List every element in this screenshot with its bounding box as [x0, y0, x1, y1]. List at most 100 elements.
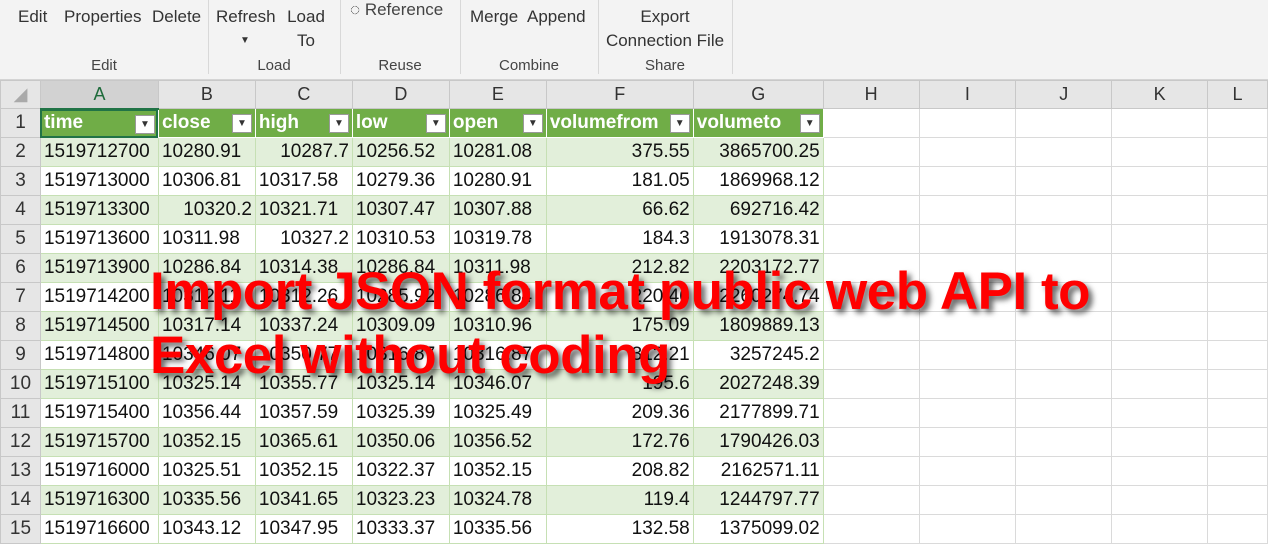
cell[interactable]: 10324.78	[448, 485, 547, 515]
cell[interactable]: 1519714800	[39, 340, 159, 370]
filter-dropdown-icon[interactable]: ▼	[231, 114, 252, 133]
column-header-e[interactable]: E	[448, 80, 547, 109]
filter-dropdown-icon[interactable]: ▼	[669, 114, 690, 133]
cell[interactable]: 375.55	[545, 137, 694, 167]
cell[interactable]	[1111, 427, 1208, 457]
cell[interactable]: 1519713900	[39, 253, 159, 283]
filter-dropdown-icon[interactable]: ▼	[425, 114, 446, 133]
cell[interactable]: 2162571.11	[692, 456, 824, 486]
cell[interactable]: 10319.78	[448, 224, 547, 254]
cell[interactable]: 10280.91	[448, 166, 547, 196]
cell[interactable]: 10357.59	[254, 398, 353, 428]
cell[interactable]	[1206, 166, 1268, 196]
cell[interactable]: 10307.47	[351, 195, 450, 225]
cell[interactable]: 10325.49	[448, 398, 547, 428]
row-header[interactable]: 3	[0, 166, 41, 196]
cell[interactable]	[822, 224, 920, 254]
cell[interactable]: 132.58	[545, 514, 694, 544]
cell[interactable]: 10322.37	[351, 456, 450, 486]
cell[interactable]	[1111, 166, 1208, 196]
cell[interactable]	[1206, 514, 1268, 544]
export-connection-file-button[interactable]: Export Connection File	[602, 5, 728, 53]
cell[interactable]: 1375099.02	[692, 514, 824, 544]
cell[interactable]	[1111, 340, 1208, 370]
cell[interactable]	[1015, 514, 1113, 544]
table-header-cell[interactable]: open ▼	[448, 108, 547, 138]
row-header[interactable]: 15	[0, 514, 41, 544]
cell[interactable]: 1519714200	[39, 282, 159, 312]
cell[interactable]: 10310.53	[351, 224, 450, 254]
cell[interactable]	[1206, 340, 1268, 370]
row-header[interactable]: 5	[0, 224, 41, 254]
cell[interactable]: 10280.91	[157, 137, 256, 167]
column-header-c[interactable]: C	[254, 80, 353, 109]
cell[interactable]: 1519714500	[39, 311, 159, 341]
cell[interactable]: 209.36	[545, 398, 694, 428]
cell[interactable]	[918, 456, 1017, 486]
cell[interactable]: 10323.23	[351, 485, 450, 515]
filter-dropdown-icon[interactable]: ▼	[799, 114, 820, 133]
column-header-h[interactable]: H	[822, 80, 920, 109]
row-header[interactable]: 7	[0, 282, 41, 312]
table-header-cell[interactable]: close ▼	[157, 108, 256, 138]
select-all-corner[interactable]: ◢	[0, 80, 41, 109]
cell[interactable]	[1111, 195, 1208, 225]
cell[interactable]: 10325.39	[351, 398, 450, 428]
cell[interactable]	[1206, 224, 1268, 254]
cell[interactable]	[1015, 108, 1113, 138]
column-header-i[interactable]: I	[918, 80, 1017, 109]
cell[interactable]: 10279.36	[351, 166, 450, 196]
cell[interactable]	[822, 514, 920, 544]
cell[interactable]: 10356.44	[157, 398, 256, 428]
cell[interactable]	[1206, 369, 1268, 399]
cell[interactable]	[918, 195, 1017, 225]
edit-button[interactable]: Edit	[18, 5, 47, 29]
cell[interactable]: 10352.15	[448, 456, 547, 486]
row-header[interactable]: 8	[0, 311, 41, 341]
cell[interactable]: 10352.15	[254, 456, 353, 486]
cell[interactable]: 10350.06	[351, 427, 450, 457]
cell[interactable]	[918, 137, 1017, 167]
cell[interactable]: 1790426.03	[692, 427, 824, 457]
cell[interactable]	[918, 427, 1017, 457]
cell[interactable]	[822, 195, 920, 225]
cell[interactable]: 1519715100	[39, 369, 159, 399]
cell[interactable]: 692716.42	[692, 195, 824, 225]
cell[interactable]	[918, 514, 1017, 544]
refresh-button[interactable]: Refresh	[216, 5, 276, 29]
cell[interactable]	[1015, 485, 1113, 515]
cell[interactable]: 184.3	[545, 224, 694, 254]
cell[interactable]: 10287.7	[254, 137, 353, 167]
cell[interactable]	[1206, 427, 1268, 457]
cell[interactable]	[1015, 166, 1113, 196]
cell[interactable]	[1111, 398, 1208, 428]
cell[interactable]: 1869968.12	[692, 166, 824, 196]
cell[interactable]	[822, 166, 920, 196]
cell[interactable]	[1111, 108, 1208, 138]
row-header[interactable]: 14	[0, 485, 41, 515]
cell[interactable]	[822, 108, 920, 138]
table-header-cell[interactable]: volumefrom ▼	[545, 108, 694, 138]
cell[interactable]	[1111, 137, 1208, 167]
cell[interactable]: 10306.81	[157, 166, 256, 196]
merge-button[interactable]: Merge	[470, 5, 518, 29]
cell[interactable]: 66.62	[545, 195, 694, 225]
table-header-cell[interactable]: time ▼	[39, 108, 159, 138]
column-header-k[interactable]: K	[1111, 80, 1208, 109]
cell[interactable]	[918, 108, 1017, 138]
cell[interactable]	[1111, 514, 1208, 544]
column-header-a[interactable]: A	[39, 80, 159, 110]
cell[interactable]	[1111, 282, 1208, 312]
cell[interactable]: 10347.95	[254, 514, 353, 544]
cell[interactable]: 10321.71	[254, 195, 353, 225]
cell[interactable]	[1111, 311, 1208, 341]
column-header-j[interactable]: J	[1015, 80, 1113, 109]
cell[interactable]	[822, 137, 920, 167]
cell[interactable]: 10352.15	[157, 427, 256, 457]
cell[interactable]: 10256.52	[351, 137, 450, 167]
column-header-f[interactable]: F	[545, 80, 694, 109]
cell[interactable]	[822, 427, 920, 457]
cell[interactable]	[1111, 224, 1208, 254]
cell[interactable]	[918, 485, 1017, 515]
reference-button[interactable]: ◌ Reference	[350, 0, 443, 20]
